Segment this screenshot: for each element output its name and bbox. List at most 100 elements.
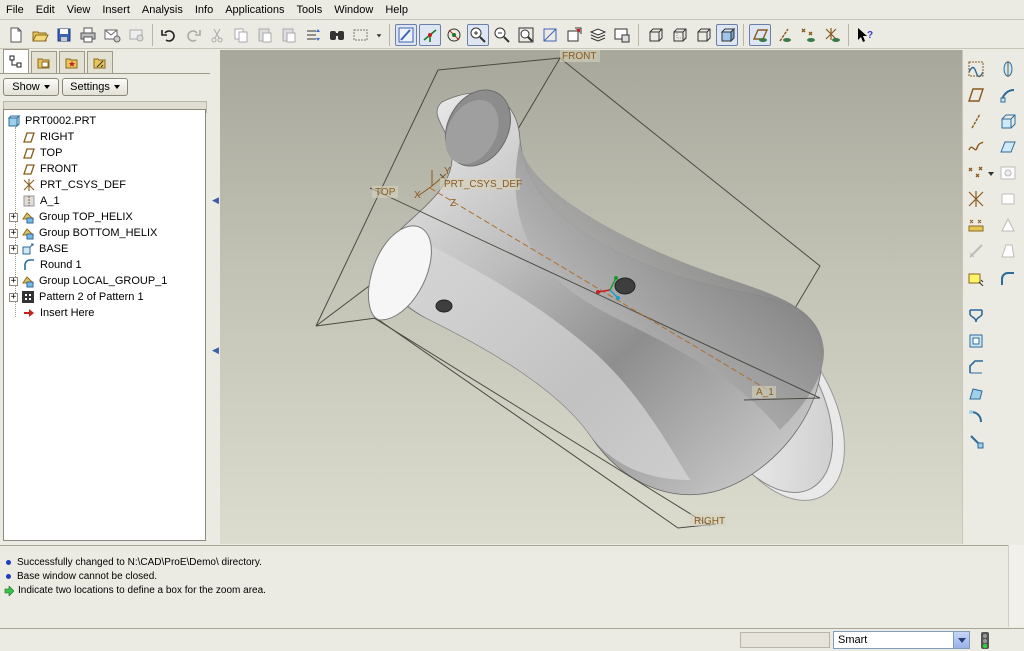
helix-body[interactable] bbox=[367, 79, 825, 496]
rib-tool-icon[interactable] bbox=[997, 214, 1019, 236]
cut-icon[interactable] bbox=[206, 24, 228, 46]
view-manager-icon[interactable] bbox=[611, 24, 633, 46]
zoom-in-icon[interactable] bbox=[467, 23, 489, 46]
tree-item-part[interactable]: PRT0002.PRT bbox=[7, 113, 96, 129]
menu-view[interactable]: View bbox=[61, 0, 97, 20]
tree-item-group-local[interactable]: + Group LOCAL_GROUP_1 bbox=[9, 273, 167, 289]
copy-icon[interactable] bbox=[230, 24, 252, 46]
datum-curve-tool-icon[interactable] bbox=[965, 136, 987, 158]
sweep-icon[interactable] bbox=[997, 84, 1019, 106]
show-button[interactable]: Show bbox=[3, 78, 59, 96]
reorient-icon[interactable] bbox=[539, 24, 561, 46]
saved-views-icon[interactable] bbox=[563, 24, 585, 46]
hole-tool-icon[interactable] bbox=[997, 162, 1019, 184]
round-tool-icon[interactable] bbox=[997, 268, 1019, 290]
tab-model-tree[interactable] bbox=[3, 49, 29, 73]
spin-center-icon[interactable] bbox=[419, 23, 441, 46]
datum-label-front[interactable]: FRONT bbox=[560, 50, 600, 62]
tree-item-axis[interactable]: A_1 bbox=[22, 193, 60, 209]
pattern-tool-icon[interactable] bbox=[965, 330, 987, 352]
expand-icon[interactable]: + bbox=[9, 212, 18, 222]
draft-disabled-icon[interactable] bbox=[965, 240, 987, 262]
tree-item-group-bottom-helix[interactable]: + Group BOTTOM_HELIX bbox=[9, 225, 157, 241]
tree-item-insert-here[interactable]: Insert Here bbox=[22, 305, 94, 321]
menu-edit[interactable]: Edit bbox=[30, 0, 61, 20]
sketched-datum-curve-icon[interactable] bbox=[965, 58, 987, 80]
menu-tools[interactable]: Tools bbox=[291, 0, 329, 20]
regeneration-status-icon[interactable] bbox=[978, 631, 992, 650]
menu-window[interactable]: Window bbox=[328, 0, 379, 20]
tree-item-top[interactable]: TOP bbox=[22, 145, 62, 161]
csys-toggle-icon[interactable] bbox=[821, 24, 843, 46]
csys-tool-icon[interactable] bbox=[965, 188, 987, 210]
model-canvas[interactable]: X Y Z FRONT TOP PRT_CSYS_DEF A_1 RIGHT bbox=[220, 50, 962, 544]
tree-item-right[interactable]: RIGHT bbox=[22, 129, 74, 145]
tree-item-front[interactable]: FRONT bbox=[22, 161, 78, 177]
analysis-feature-icon[interactable] bbox=[965, 214, 987, 236]
paste-special-icon[interactable] bbox=[278, 24, 300, 46]
settings-button[interactable]: Settings bbox=[62, 78, 128, 96]
menu-applications[interactable]: Applications bbox=[219, 0, 290, 20]
send-icon[interactable] bbox=[125, 24, 147, 46]
select-box-icon[interactable] bbox=[350, 24, 372, 46]
datum-label-top[interactable]: TOP bbox=[372, 186, 398, 198]
datum-label-axis[interactable]: A_1 bbox=[752, 386, 776, 398]
chamfer-tool-icon[interactable] bbox=[965, 356, 987, 378]
layers-icon[interactable] bbox=[587, 24, 609, 46]
zoom-out-icon[interactable] bbox=[491, 24, 513, 46]
regenerate-icon[interactable] bbox=[302, 24, 324, 46]
insert-feature-icon[interactable] bbox=[965, 268, 987, 290]
datum-plane-tool-icon[interactable] bbox=[965, 84, 987, 106]
tree-item-round[interactable]: Round 1 bbox=[22, 257, 82, 273]
datum-point-tool-icon[interactable] bbox=[965, 162, 987, 184]
collapse-left-icon[interactable]: ◀ bbox=[212, 195, 219, 205]
panel-splitter[interactable]: ◀ ◀ bbox=[210, 50, 220, 544]
variable-sweep-icon[interactable] bbox=[965, 430, 987, 452]
collapse-left-icon[interactable]: ◀ bbox=[212, 345, 219, 355]
paste-icon[interactable] bbox=[254, 24, 276, 46]
orient-mode-icon[interactable] bbox=[443, 24, 465, 46]
filter-select[interactable]: Smart bbox=[833, 631, 970, 649]
find-icon[interactable] bbox=[326, 24, 348, 46]
open-folder-icon[interactable] bbox=[29, 24, 51, 46]
expand-icon[interactable]: + bbox=[9, 244, 18, 254]
datum-axes-toggle-icon[interactable] bbox=[773, 24, 795, 46]
boundary-blend-icon[interactable] bbox=[965, 382, 987, 404]
selection-dropdown-icon[interactable] bbox=[374, 24, 384, 46]
revolve-icon[interactable] bbox=[997, 58, 1019, 80]
tree-item-csys[interactable]: PRT_CSYS_DEF bbox=[22, 177, 126, 193]
expand-icon[interactable]: + bbox=[9, 228, 18, 238]
shell-tool-icon[interactable] bbox=[997, 188, 1019, 210]
print-icon[interactable] bbox=[77, 24, 99, 46]
tab-favorites[interactable] bbox=[59, 51, 85, 73]
blend-icon[interactable] bbox=[997, 136, 1019, 158]
tab-folder-browser[interactable] bbox=[31, 51, 57, 73]
wireframe-icon[interactable] bbox=[644, 24, 666, 46]
tree-item-base[interactable]: + BASE bbox=[9, 241, 68, 257]
datum-points-toggle-icon[interactable] bbox=[797, 24, 819, 46]
expand-icon[interactable]: + bbox=[9, 276, 18, 286]
menu-file[interactable]: File bbox=[0, 0, 30, 20]
datum-planes-toggle-icon[interactable] bbox=[749, 23, 771, 46]
datum-axis-tool-icon[interactable] bbox=[965, 110, 987, 132]
save-icon[interactable] bbox=[53, 24, 75, 46]
menu-insert[interactable]: Insert bbox=[96, 0, 136, 20]
menu-analysis[interactable]: Analysis bbox=[136, 0, 189, 20]
tree-item-group-top-helix[interactable]: + Group TOP_HELIX bbox=[9, 209, 133, 225]
graphics-window[interactable]: X Y Z FRONT TOP PRT_CSYS_DEF A_1 RIGHT bbox=[220, 50, 962, 544]
point-options-dropdown-icon[interactable] bbox=[987, 162, 995, 184]
hidden-line-icon[interactable] bbox=[668, 24, 690, 46]
menu-help[interactable]: Help bbox=[379, 0, 414, 20]
menu-info[interactable]: Info bbox=[189, 0, 219, 20]
repaint-icon[interactable] bbox=[395, 23, 417, 46]
draft-tool-icon[interactable] bbox=[997, 240, 1019, 262]
message-scrollbar[interactable] bbox=[1008, 545, 1024, 627]
mirror-tool-icon[interactable] bbox=[965, 304, 987, 326]
refit-icon[interactable] bbox=[515, 24, 537, 46]
redo-icon[interactable] bbox=[182, 24, 204, 46]
tab-connections[interactable] bbox=[87, 51, 113, 73]
shading-icon[interactable] bbox=[716, 23, 738, 46]
extrude-tool-icon[interactable] bbox=[997, 110, 1019, 132]
no-hidden-icon[interactable] bbox=[692, 24, 714, 46]
chevron-down-icon[interactable] bbox=[953, 632, 969, 648]
